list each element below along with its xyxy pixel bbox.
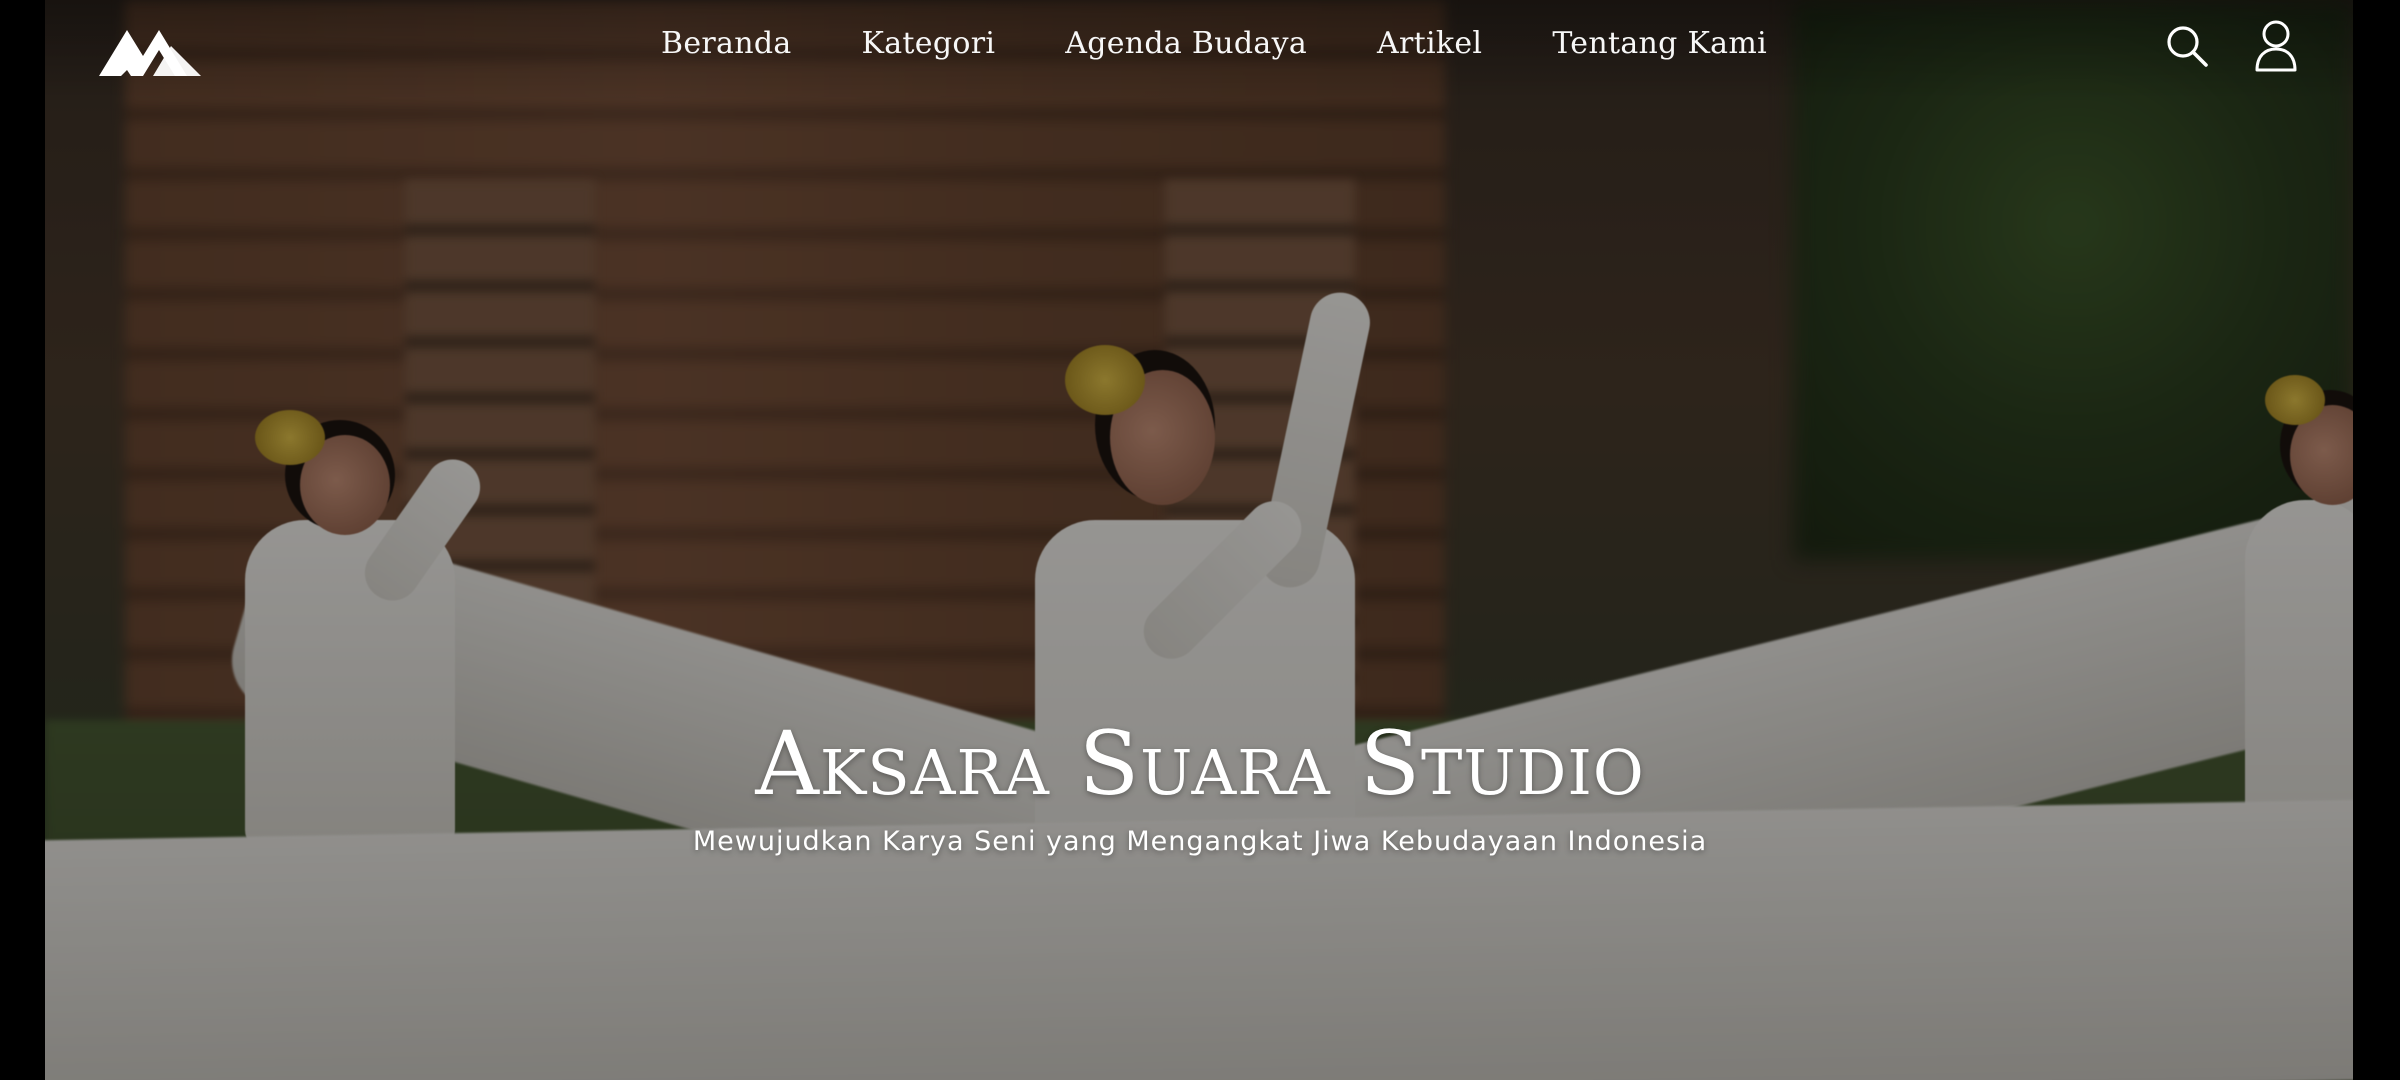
nav-kategori[interactable]: Kategori <box>862 26 996 61</box>
search-icon <box>2167 26 2208 67</box>
search-button[interactable] <box>2161 18 2211 72</box>
nav-beranda[interactable]: Beranda <box>661 26 792 61</box>
account-button[interactable] <box>2251 18 2301 72</box>
nav-artikel[interactable]: Artikel <box>1377 26 1482 61</box>
user-icon <box>2255 20 2297 72</box>
nav-agenda-budaya[interactable]: Agenda Budaya <box>1065 26 1307 61</box>
hero-dark-overlay <box>45 0 2353 1080</box>
nav-tentang-kami[interactable]: Tentang Kami <box>1552 26 1767 61</box>
hero-section <box>45 0 2353 1080</box>
hero-title: Aksara Suara Studio <box>755 712 1645 815</box>
app-viewport: Beranda Kategori Agenda Budaya Artikel T… <box>0 0 2400 1080</box>
nav-icons <box>2161 18 2301 72</box>
hero-subtitle: Mewujudkan Karya Seni yang Mengangkat Ji… <box>692 826 1708 857</box>
top-navbar: Beranda Kategori Agenda Budaya Artikel T… <box>45 0 2353 100</box>
main-nav: Beranda Kategori Agenda Budaya Artikel T… <box>45 26 2353 61</box>
